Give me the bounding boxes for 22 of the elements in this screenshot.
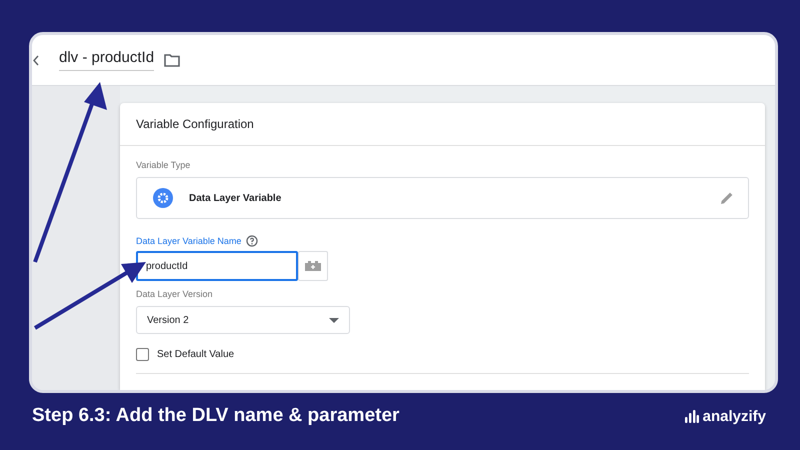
card-title: Variable Configuration [120, 103, 765, 146]
field-label: Data Layer Variable Name [136, 236, 242, 246]
field-label: Variable Type [136, 160, 192, 170]
edit-icon[interactable] [720, 191, 734, 205]
checkbox-label: Set Default Value [157, 349, 234, 360]
checkbox[interactable] [136, 348, 149, 361]
help-icon[interactable] [246, 235, 258, 247]
folder-icon[interactable] [164, 54, 180, 66]
step-caption: Step 6.3: Add the DLV name & parameter [32, 405, 400, 427]
variable-type-selector[interactable]: Data Layer Variable [136, 177, 749, 219]
variable-name-input[interactable]: productId [136, 251, 298, 281]
bars-icon [684, 410, 699, 422]
brick-icon [305, 261, 321, 271]
brand-logo: analyzify [702, 408, 766, 424]
variable-type-name: Data Layer Variable [189, 192, 282, 204]
caret-icon [329, 318, 339, 322]
version-dropdown[interactable]: Version 2 [136, 306, 350, 334]
back-icon[interactable] [33, 54, 39, 66]
insert-variable-button[interactable] [298, 251, 328, 281]
field-label: Data Layer Version [136, 289, 214, 299]
settings-icon [153, 188, 173, 208]
variable-title[interactable]: dlv - productId [59, 49, 154, 71]
